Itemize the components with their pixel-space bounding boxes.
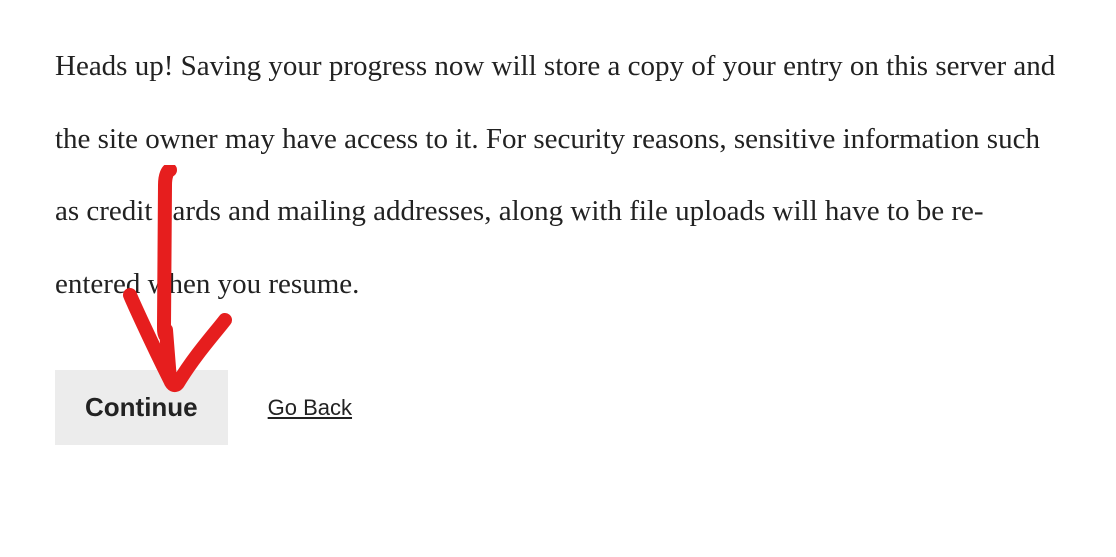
continue-button[interactable]: Continue	[55, 370, 228, 445]
button-row: Continue Go Back	[55, 370, 1061, 445]
save-progress-notice: Heads up! Saving your progress now will …	[55, 30, 1061, 320]
go-back-link[interactable]: Go Back	[268, 395, 352, 421]
